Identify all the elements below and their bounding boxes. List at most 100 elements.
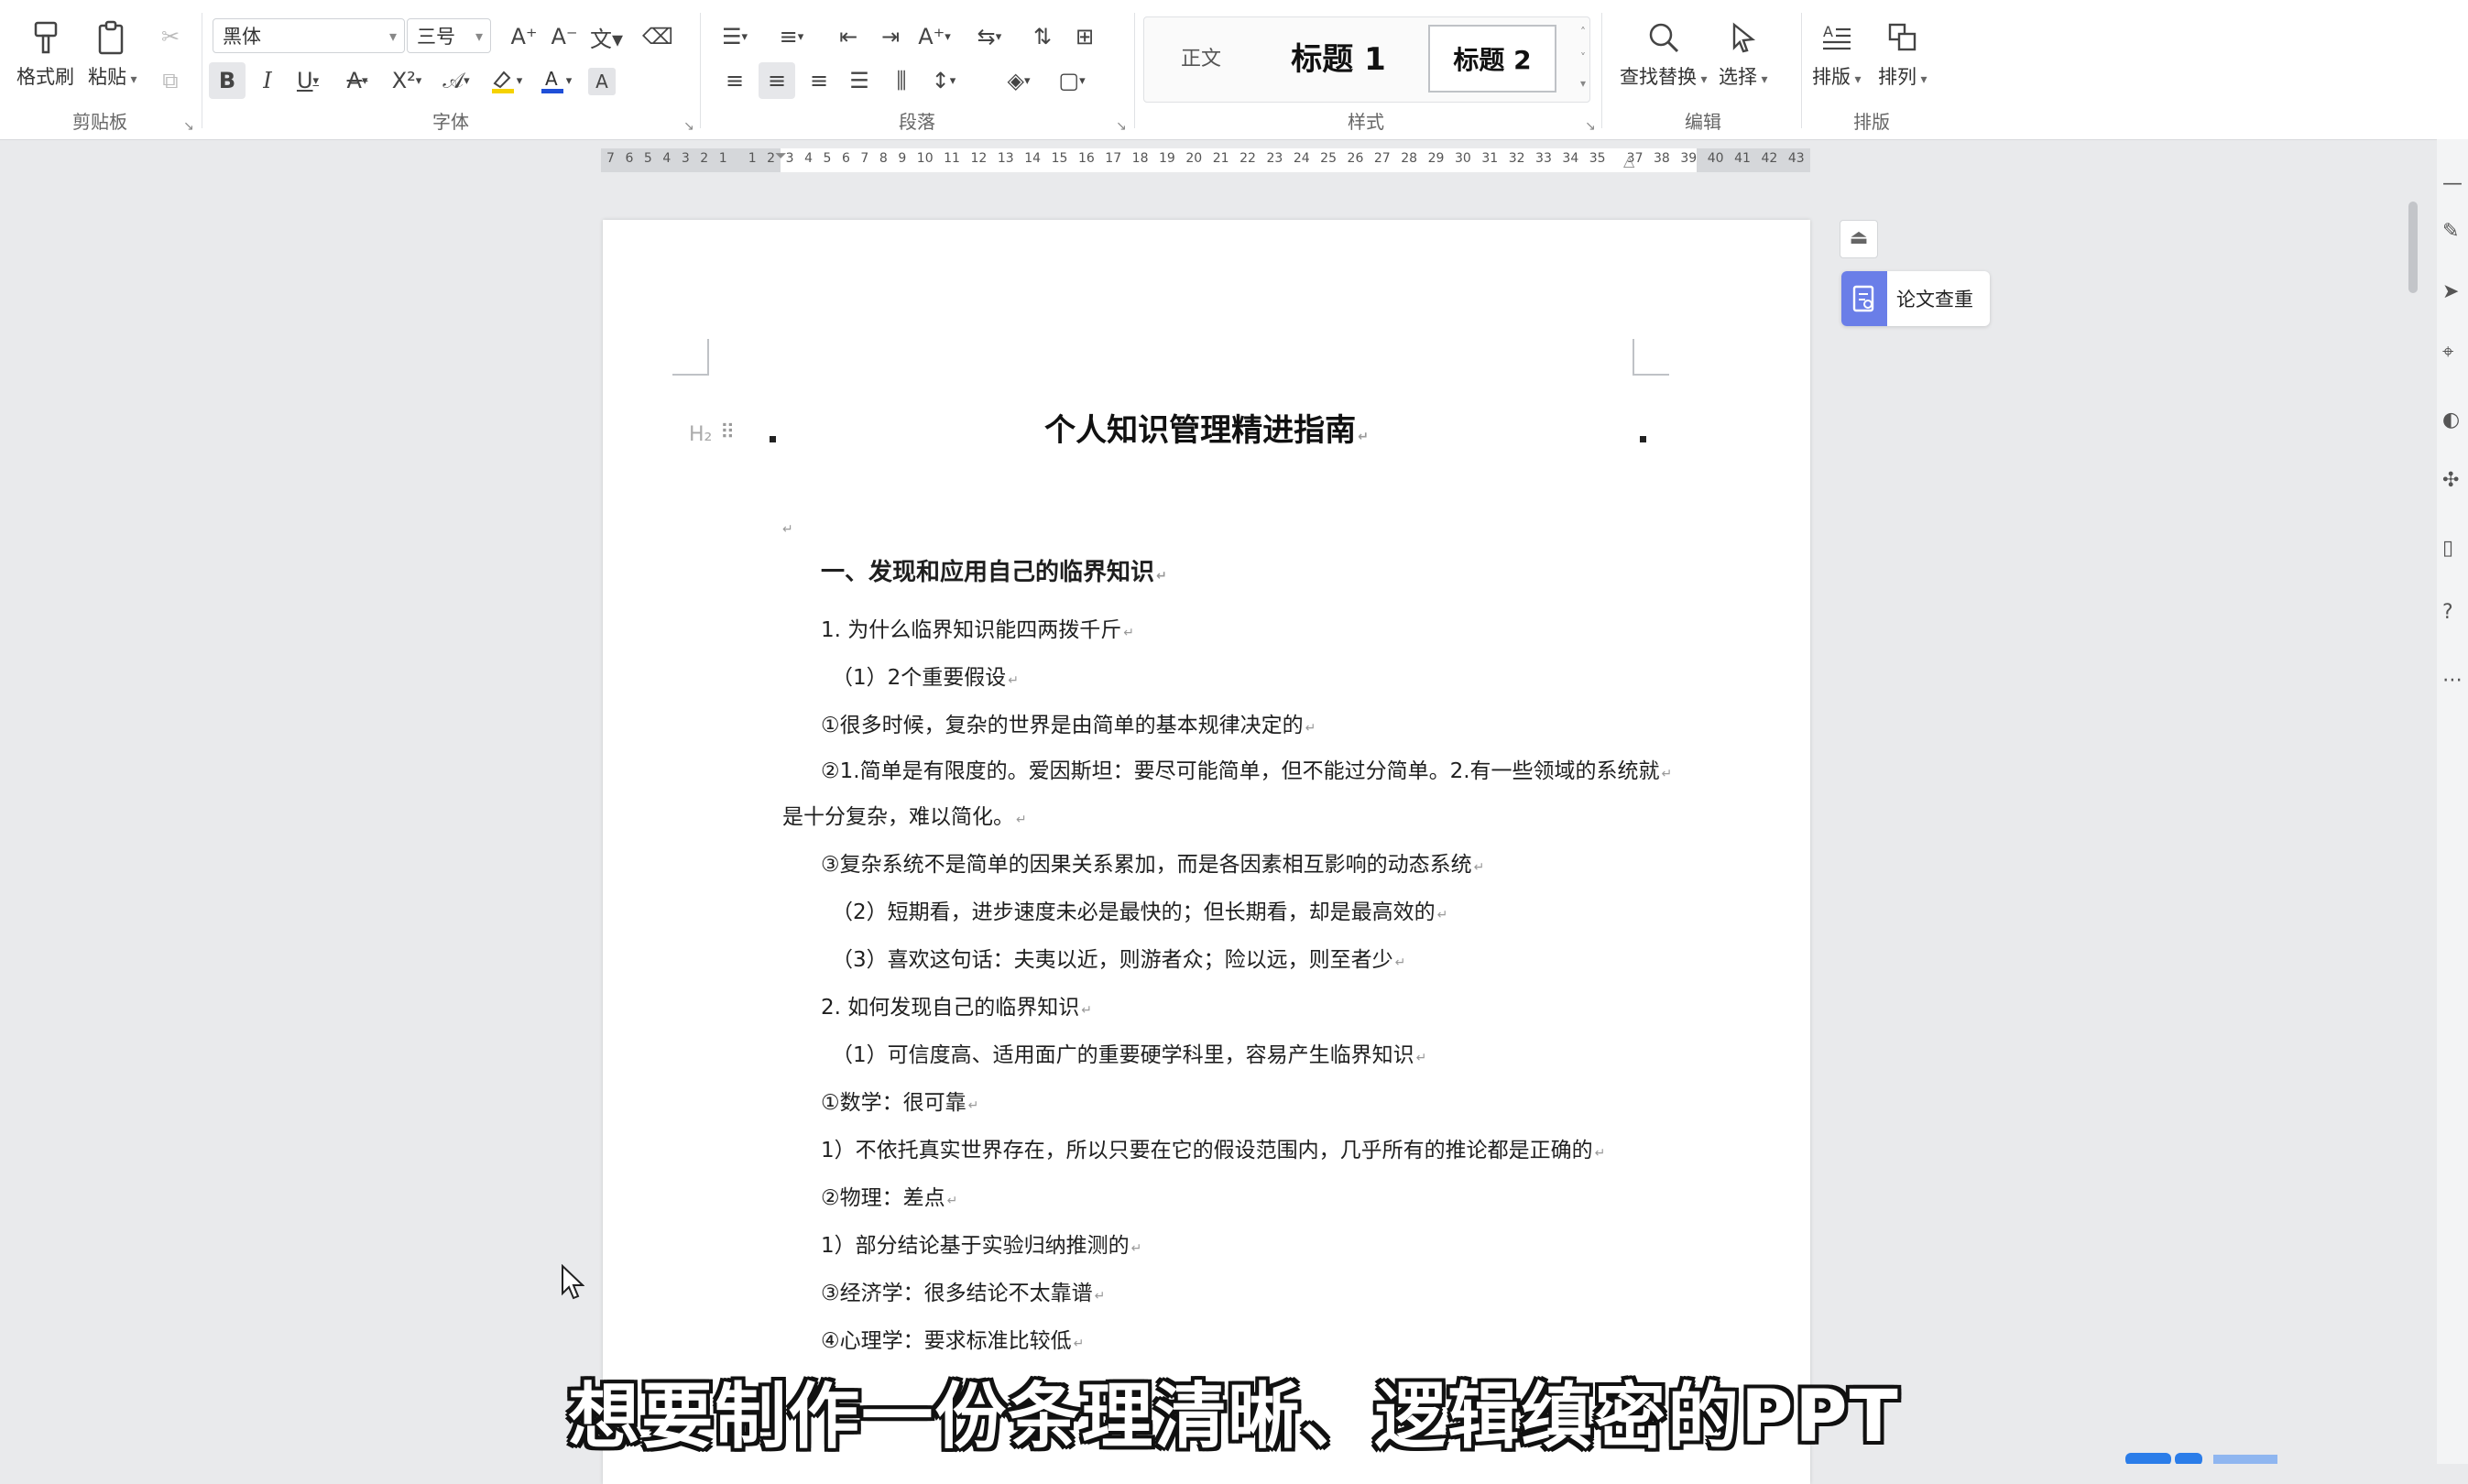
style-normal[interactable]: 正文	[1155, 30, 1247, 89]
paste-button[interactable]: 粘贴 ▾	[88, 16, 137, 90]
edit-group: 查找替换 ▾ 选择 ▾ 编辑	[1605, 0, 1801, 139]
location-icon[interactable]: ⌖	[2442, 341, 2466, 365]
italic-button[interactable]: I	[249, 62, 286, 99]
find-replace-button[interactable]: 查找替换 ▾	[1620, 16, 1707, 90]
phonetic-guide-icon[interactable]: 文▾	[588, 18, 625, 55]
ruler-tick-label: 35	[1589, 151, 1606, 166]
superscript-button[interactable]: X² ▾	[388, 62, 425, 99]
character-shading-icon[interactable]: A	[588, 68, 616, 95]
document-line[interactable]: 2. 如何发现自己的临界知识 ↵	[821, 989, 1092, 1020]
style-heading1[interactable]: 标题 1	[1274, 30, 1403, 89]
justify-icon[interactable]: ☰	[841, 62, 878, 99]
document-line[interactable]: ①很多时候，复杂的世界是由简单的基本规律决定的 ↵	[821, 707, 1316, 738]
copy-icon[interactable]: ⧉	[152, 62, 189, 99]
palette-icon[interactable]: ◐	[2442, 409, 2466, 432]
pointer-icon[interactable]: ➤	[2442, 280, 2466, 304]
bold-button[interactable]: B	[209, 62, 246, 99]
document-line[interactable]: 1）部分结论基于实验归纳推测的 ↵	[821, 1228, 1141, 1259]
side-tool-rail: — ✎ ➤ ⌖ ◐ ✣ ▯ ? ⋯	[2437, 139, 2468, 1464]
ruler-tick-label: 22	[1239, 151, 1256, 166]
sort-icon[interactable]: ⇅	[1024, 18, 1061, 55]
align-left-icon[interactable]: ≡	[716, 62, 753, 99]
border-icon[interactable]: ▢ ▾	[1054, 62, 1090, 99]
scrollbar-thumb[interactable]	[2408, 202, 2418, 293]
document-line[interactable]: 1）不依托真实世界存在，所以只要在它的假设范围内，几乎所有的推论都是正确的 ↵	[821, 1132, 1605, 1163]
more-icon[interactable]: ⋯	[2442, 669, 2466, 693]
line-break-icon[interactable]: ⇆ ▾	[971, 18, 1008, 55]
collapse-panel-button[interactable]: ⏏	[1840, 220, 1878, 258]
document-line[interactable]: ②物理：差点 ↵	[821, 1180, 957, 1211]
document-line[interactable]: （3）喜欢这句话：夫夷以近，则游者众；险以远，则至者少 ↵	[832, 942, 1405, 973]
decrease-indent-icon[interactable]: ⇤	[830, 18, 867, 55]
arrange-button[interactable]: 排列 ▾	[1878, 16, 1927, 90]
collapse-icon[interactable]: —	[2442, 172, 2466, 196]
cut-icon[interactable]: ✂	[152, 18, 189, 55]
document-line[interactable]: ②1.简单是有限度的。爱因斯坦：要尽可能简单，但不能过分简单。2.有一些领域的系…	[821, 753, 1672, 784]
align-center-icon[interactable]: ≡	[759, 62, 795, 99]
decrease-font-icon[interactable]: A⁻	[546, 18, 583, 55]
underline-button[interactable]: U ▾	[289, 62, 326, 99]
document-title[interactable]: 个人知识管理精进指南 ↵	[603, 405, 1810, 450]
horizontal-ruler[interactable]: 7 6 5 4 3 2 1 1 2 3 4 5 6 7 8 9 10 11 12 13 14 15 16 17 18 19 20 21…	[601, 147, 1810, 172]
line-text: ②物理：差点	[821, 1186, 945, 1210]
clear-format-icon[interactable]: ⌫	[639, 18, 676, 55]
document-line[interactable]: ③复杂系统不是简单的因果关系累加，而是各因素相互影响的动态系统 ↵	[821, 846, 1484, 878]
font-launcher-icon[interactable]: ↘	[683, 119, 696, 134]
font-size-select[interactable]: 三号 ▾	[407, 18, 491, 53]
ruler-tick-label: 10	[916, 151, 934, 166]
document-line[interactable]: （1）可信度高、适用面广的重要硬学科里，容易产生临界知识 ↵	[832, 1037, 1426, 1068]
font-name-select[interactable]: 黑体 ▾	[213, 18, 405, 53]
mouse-cursor-icon	[562, 1264, 584, 1300]
style-heading2[interactable]: 标题 2	[1428, 25, 1556, 93]
vertical-scrollbar[interactable]	[2400, 147, 2426, 1464]
clipboard-launcher-icon[interactable]: ↘	[183, 119, 196, 134]
tools-icon[interactable]: ✣	[2442, 469, 2466, 493]
font-color-button[interactable]: A ▾	[537, 62, 573, 99]
document-line[interactable]: （1）2个重要假设 ↵	[832, 660, 1019, 691]
highlight-button[interactable]: ▾	[487, 62, 524, 99]
ruler-tick-label: 20	[1185, 151, 1203, 166]
help-icon[interactable]: ?	[2442, 601, 2466, 625]
document-line[interactable]: 1. 为什么临界知识能四两拨千斤 ↵	[821, 612, 1134, 643]
show-marks-icon[interactable]: ⊞	[1066, 18, 1103, 55]
increase-indent-icon[interactable]: ⇥	[872, 18, 909, 55]
align-right-icon[interactable]: ≡	[801, 62, 837, 99]
document-line[interactable]: ③经济学：很多结论不太靠谱 ↵	[821, 1275, 1105, 1306]
document-line[interactable]: 是十分复杂，难以简化。 ↵	[782, 799, 1027, 830]
paragraph-mark: ↵	[1305, 721, 1316, 736]
text-effect-icon[interactable]: 𝒜 ▾	[438, 62, 475, 99]
increase-font-icon[interactable]: A⁺	[506, 18, 542, 55]
document-page[interactable]: H₂ ⠿ 个人知识管理精进指南 ↵ ↵ 一、发现和应用自己的临界知识 ↵ 1. 为什么…	[603, 220, 1810, 1484]
format-painter-label: 格式刷	[16, 66, 74, 88]
distribute-icon[interactable]: ⫼	[883, 62, 920, 99]
paragraph-mark: ↵	[782, 522, 793, 537]
section-heading[interactable]: 一、发现和应用自己的临界知识 ↵	[821, 553, 1167, 587]
line-spacing-icon[interactable]: ↕ ▾	[925, 62, 962, 99]
ruler-tick-label: 24	[1293, 151, 1310, 166]
line-text: 一、发现和应用自己的临界知识	[821, 559, 1155, 586]
right-indent-marker-icon[interactable]: △	[1623, 152, 1634, 169]
numbered-list-icon[interactable]: ≡ ▾	[773, 18, 810, 55]
bullet-list-icon[interactable]: ☰ ▾	[716, 18, 753, 55]
styles-launcher-icon[interactable]: ↘	[1585, 119, 1598, 134]
typeset-button[interactable]: A 排版 ▾	[1812, 16, 1861, 90]
ruler-tick-label: 26	[1347, 151, 1364, 166]
ruler-tick-label: 34	[1562, 151, 1579, 166]
document-line[interactable]: ④心理学：要求标准比较低 ↵	[821, 1323, 1084, 1354]
highlighter-icon	[491, 71, 514, 93]
indent-marker-icon[interactable]: ⏷	[775, 147, 787, 165]
paper-check-button[interactable]: 论文查重	[1841, 271, 1990, 326]
text-direction-icon[interactable]: A⁺ ▾	[916, 18, 953, 55]
strikethrough-button[interactable]: A ▾	[339, 62, 376, 99]
gallery-scroll-icons[interactable]: ˄ ˅ ▾	[1580, 19, 1586, 96]
paragraph-launcher-icon[interactable]: ↘	[1116, 119, 1129, 134]
document-line[interactable]: ①数学：很可靠 ↵	[821, 1085, 978, 1116]
divider	[1134, 13, 1135, 128]
edit-icon[interactable]: ✎	[2442, 220, 2466, 244]
format-painter-button[interactable]: 格式刷	[16, 16, 74, 90]
select-button[interactable]: 选择 ▾	[1719, 16, 1767, 90]
shading-icon[interactable]: ◈ ▾	[1000, 62, 1037, 99]
ruler-tick-label: 11	[944, 151, 960, 166]
document-line[interactable]: （2）短期看，进步速度未必是最快的；但长期看，却是最高效的 ↵	[832, 894, 1447, 925]
book-icon[interactable]: ▯	[2442, 537, 2466, 561]
